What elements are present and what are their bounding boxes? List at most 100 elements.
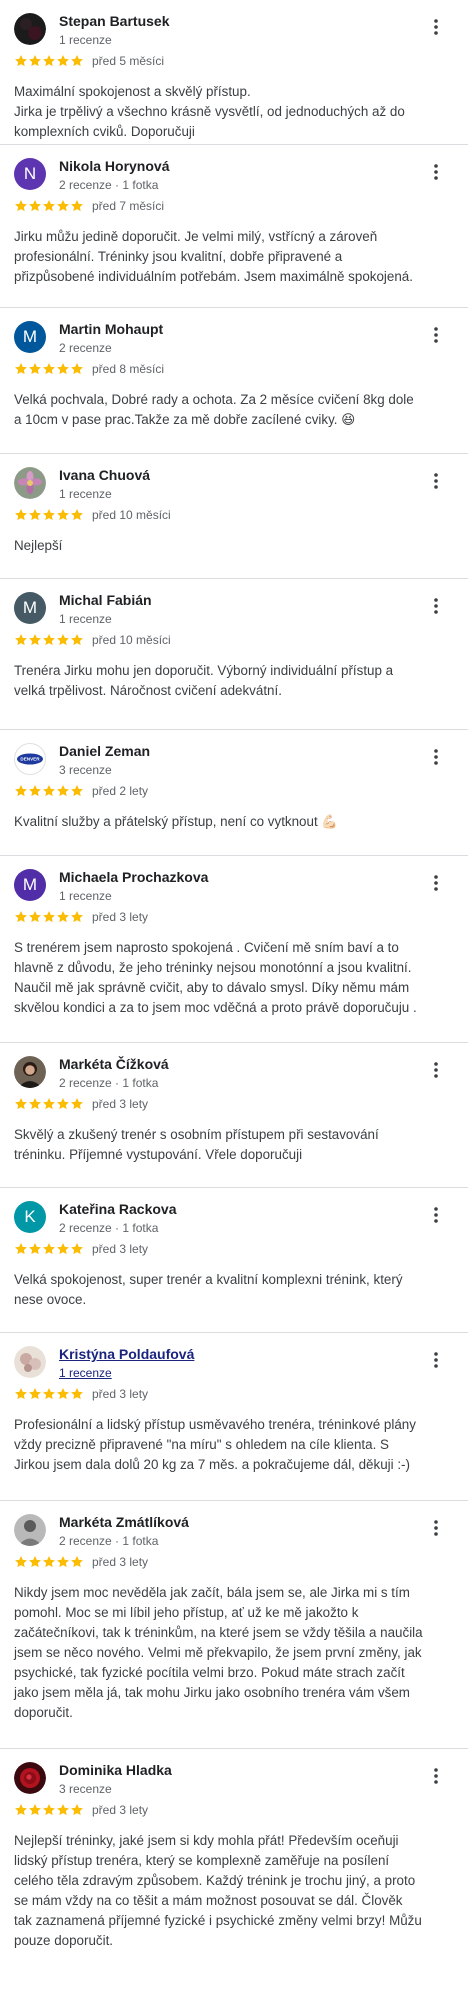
star-rating [14,1387,84,1401]
avatar[interactable] [14,1514,46,1546]
review-date: před 3 lety [92,1555,149,1569]
review-card: M Michal Fabián 1 recenze před 10 měsíci Tre… [0,579,468,730]
star-icon [15,911,27,923]
reviewer-name[interactable]: Michaela Prochazkova [59,869,208,885]
reviewer-name[interactable]: Martin Mohaupt [59,321,163,337]
reviewer-meta[interactable]: 3 recenze [59,763,112,777]
reviewer-name[interactable]: Kristýna Poldaufová [59,1346,194,1362]
reviewer-meta[interactable]: 2 recenze · 1 fotka [59,1534,158,1548]
star-icon [15,1098,27,1110]
review-date: před 10 měsíci [92,508,171,522]
more-vert-icon [434,597,438,619]
reviewer-name[interactable]: Nikola Horynová [59,158,169,174]
star-icon [15,200,27,212]
avatar[interactable]: M [14,869,46,901]
star-icon [71,1243,83,1255]
reviewer-name[interactable]: Stepan Bartusek [59,13,169,29]
star-icon [43,1388,55,1400]
more-options-button[interactable] [424,747,448,771]
avatar-photo [14,1346,46,1378]
reviewer-meta[interactable]: 1 recenze [59,487,112,501]
reviewer-name[interactable]: Michal Fabián [59,592,152,608]
avatar-photo [14,467,46,499]
star-icon [15,785,27,797]
avatar[interactable]: M [14,592,46,624]
review-card: Kristýna Poldaufová 1 recenze před 3 lety P… [0,1333,468,1501]
review-rating: před 5 měsíci [14,53,164,69]
avatar[interactable] [14,13,46,45]
more-options-button[interactable] [424,162,448,186]
review-card: DENVER Daniel Zeman 3 recenze před 2 lety Kv… [0,730,468,856]
star-rating [14,1555,84,1569]
reviewer-meta[interactable]: 2 recenze [59,341,112,355]
star-icon [43,1556,55,1568]
more-options-button[interactable] [424,873,448,897]
review-text: Velká pochvala, Dobré rady a ochota. Za … [14,392,414,427]
more-options-button[interactable] [424,17,448,41]
star-rating [14,508,84,522]
review-card: Markéta Čížková 2 recenze · 1 fotka před 3… [0,1043,468,1188]
star-icon [43,634,55,646]
star-icon [29,634,41,646]
more-vert-icon [434,1206,438,1228]
reviewer-name[interactable]: Markéta Zmátlíková [59,1514,189,1530]
avatar[interactable] [14,467,46,499]
review-card: K Kateřina Rackova 2 recenze · 1 fotka před… [0,1188,468,1333]
reviewer-meta[interactable]: 2 recenze · 1 fotka [59,1076,158,1090]
review-date: před 5 měsíci [92,54,165,68]
star-icon [29,509,41,521]
reviewer-name[interactable]: Daniel Zeman [59,743,150,759]
reviewer-name[interactable]: Dominika Hladka [59,1762,172,1778]
more-options-button[interactable] [424,1766,448,1790]
more-options-button[interactable] [424,1060,448,1084]
avatar-photo [14,1762,46,1794]
reviewer-name[interactable]: Markéta Čížková [59,1056,169,1072]
reviewer-name[interactable]: Kateřina Rackova [59,1201,177,1217]
star-icon [43,1098,55,1110]
reviewer-meta[interactable]: 2 recenze · 1 fotka [59,178,158,192]
avatar[interactable]: DENVER [14,743,46,775]
star-icon [71,363,83,375]
reviewer-meta[interactable]: 2 recenze · 1 fotka [59,1221,158,1235]
more-options-button[interactable] [424,1518,448,1542]
reviewer-meta[interactable]: 3 recenze [59,1782,112,1796]
star-rating [14,1097,84,1111]
reviewer-meta[interactable]: 1 recenze [59,889,112,903]
star-rating [14,199,84,213]
avatar[interactable] [14,1346,46,1378]
more-options-button[interactable] [424,1350,448,1374]
avatar[interactable]: K [14,1201,46,1233]
star-icon [15,1804,27,1816]
star-icon [29,1243,41,1255]
reviewer-meta[interactable]: 1 recenze [59,33,112,47]
more-options-button[interactable] [424,596,448,620]
more-options-button[interactable] [424,471,448,495]
star-icon [57,363,69,375]
star-icon [71,1388,83,1400]
avatar[interactable]: M [14,321,46,353]
avatar-photo [14,1514,46,1546]
star-icon [15,509,27,521]
review-text: Maximální spokojenost a skvělý přístup. J… [14,84,405,139]
reviewer-meta[interactable]: 1 recenze [59,1366,112,1380]
star-icon [43,55,55,67]
more-options-button[interactable] [424,1205,448,1229]
star-icon [29,1098,41,1110]
more-vert-icon [434,1061,438,1083]
star-rating [14,1803,84,1817]
review-text: Nikdy jsem moc nevěděla jak začít, bála … [14,1585,423,1720]
more-vert-icon [434,163,438,185]
review-card: Dominika Hladka 3 recenze před 3 lety Nejle… [0,1749,468,1989]
star-rating [14,1242,84,1256]
review-rating: před 3 lety [14,909,148,925]
avatar[interactable]: N [14,158,46,190]
reviewer-name[interactable]: Ivana Chuová [59,467,150,483]
avatar[interactable] [14,1056,46,1088]
avatar-letter: K [24,1207,36,1226]
review-card: M Michaela Prochazkova 1 recenze před 3 let… [0,856,468,1043]
avatar[interactable] [14,1762,46,1794]
review-text: Skvělý a zkušený trenér s osobním přístu… [14,1127,379,1162]
more-vert-icon [434,1767,438,1789]
more-options-button[interactable] [424,325,448,349]
reviewer-meta[interactable]: 1 recenze [59,612,112,626]
